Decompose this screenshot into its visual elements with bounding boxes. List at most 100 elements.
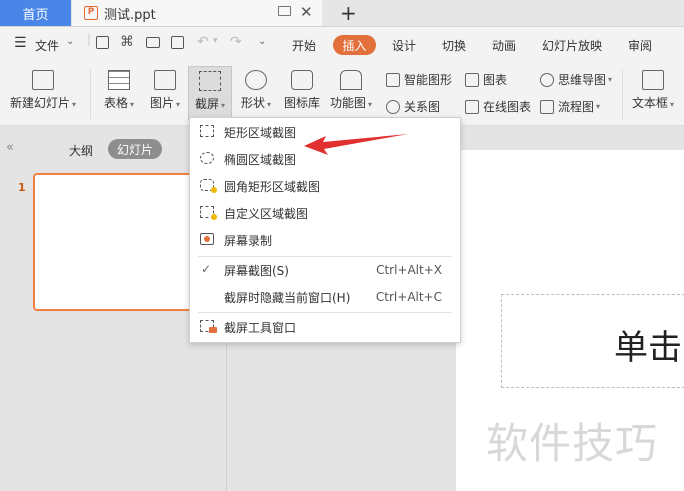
smart-art-button[interactable]: 智能图形 bbox=[386, 71, 452, 88]
undo-icon[interactable]: ↶ bbox=[197, 34, 209, 50]
icon-library-label: 图标库 bbox=[283, 96, 320, 110]
menu-design[interactable]: 设计 bbox=[392, 37, 416, 54]
online-chart-button[interactable]: 在线图表 bbox=[465, 98, 531, 115]
divider: | bbox=[87, 32, 92, 46]
document-title: 测试.ppt bbox=[104, 7, 156, 23]
menu-item-shortcut: Ctrl+Alt+X bbox=[376, 263, 442, 277]
document-tab[interactable]: P 测试.ppt ✕ bbox=[72, 0, 322, 26]
menu-item-screen-record[interactable]: 屏幕录制 bbox=[190, 227, 460, 253]
shape-button[interactable]: 形状 ▾ bbox=[236, 70, 276, 111]
menu-item-label: 矩形区域截图 bbox=[224, 125, 297, 140]
screenshot-label: 截屏 bbox=[194, 97, 219, 111]
record-dot-icon bbox=[204, 236, 210, 242]
undo-dropdown-icon[interactable]: ▾ bbox=[213, 36, 218, 46]
table-icon bbox=[108, 70, 130, 90]
slide-title-text: 单击 bbox=[614, 328, 682, 368]
menu-animation[interactable]: 动画 bbox=[492, 37, 516, 54]
menu-item-screenshot-tool[interactable]: 截屏工具窗口 bbox=[190, 314, 460, 340]
divider bbox=[622, 69, 623, 119]
chart-label: 图表 bbox=[483, 73, 508, 87]
menu-item-rounded-rect-screenshot[interactable]: 圆角矩形区域截图 bbox=[190, 173, 460, 199]
mind-map-label: 思维导图 bbox=[558, 73, 607, 87]
badge-icon bbox=[211, 214, 217, 220]
flowchart-button[interactable]: 流程图 ▾ bbox=[540, 98, 600, 115]
menu-review[interactable]: 审阅 bbox=[628, 37, 652, 54]
home-tab[interactable]: 首页 bbox=[0, 0, 71, 26]
new-slide-button[interactable]: 新建幻灯片 ▾ bbox=[8, 70, 78, 111]
relation-button[interactable]: 关系图 bbox=[386, 98, 440, 115]
screenshot-button[interactable]: 截屏 ▾ bbox=[188, 66, 232, 120]
collapse-icon[interactable]: « bbox=[6, 140, 14, 155]
icon-library-button[interactable]: 图标库 bbox=[281, 70, 323, 111]
shape-icon bbox=[245, 70, 267, 90]
mind-map-icon bbox=[540, 72, 554, 87]
textbox-button[interactable]: 文本框 ▾ bbox=[628, 70, 678, 111]
textbox-icon bbox=[642, 70, 664, 90]
tab-slides[interactable]: 幻灯片 bbox=[108, 139, 162, 159]
table-label: 表格 bbox=[103, 96, 128, 110]
table-button[interactable]: 表格 ▾ bbox=[99, 70, 139, 111]
icon-library-icon bbox=[291, 70, 313, 90]
menu-item-label: 截屏时隐藏当前窗口(H) bbox=[224, 290, 351, 305]
menu-insert[interactable]: 插入 bbox=[333, 35, 376, 55]
hamburger-icon[interactable]: ☰ bbox=[14, 35, 27, 51]
ellipse-select-icon bbox=[200, 152, 214, 164]
smart-art-label: 智能图形 bbox=[404, 73, 453, 87]
file-menu[interactable]: 文件 bbox=[35, 37, 59, 54]
relation-label: 关系图 bbox=[404, 100, 441, 114]
divider bbox=[198, 312, 452, 313]
slide-thumbnail[interactable] bbox=[33, 173, 193, 311]
flowchart-label: 流程图 bbox=[558, 100, 595, 114]
monitor-icon[interactable] bbox=[278, 6, 291, 16]
menu-item-hide-window[interactable]: 截屏时隐藏当前窗口(H) Ctrl+Alt+C bbox=[190, 284, 460, 310]
tab-outline[interactable]: 大纲 bbox=[69, 142, 93, 159]
menu-item-label: 自定义区域截图 bbox=[224, 206, 309, 221]
rect-select-icon bbox=[200, 125, 214, 137]
tool-badge-icon bbox=[209, 327, 217, 333]
menu-item-label: 截屏工具窗口 bbox=[224, 320, 297, 335]
menu-item-screen-capture[interactable]: ✓ 屏幕截图(S) Ctrl+Alt+X bbox=[190, 257, 460, 283]
menu-start[interactable]: 开始 bbox=[292, 37, 316, 54]
menu-item-label: 屏幕录制 bbox=[224, 233, 273, 248]
picture-label: 图片 bbox=[149, 96, 174, 110]
customize-icon[interactable]: ⌄ bbox=[258, 36, 266, 47]
annotation-arrow-icon bbox=[304, 134, 408, 155]
menu-item-label: 椭圆区域截图 bbox=[224, 152, 297, 167]
new-slide-icon bbox=[32, 70, 54, 90]
slide-number: 1 bbox=[18, 181, 26, 194]
menu-transition[interactable]: 切换 bbox=[442, 37, 466, 54]
format-painter-icon[interactable]: ⌘ bbox=[120, 34, 134, 50]
online-chart-icon bbox=[465, 99, 479, 114]
menu-item-label: 圆角矩形区域截图 bbox=[224, 179, 321, 194]
smart-art-icon bbox=[386, 72, 400, 87]
menu-slideshow[interactable]: 幻灯片放映 bbox=[542, 37, 602, 54]
new-slide-label: 新建幻灯片 bbox=[9, 96, 70, 110]
function-chart-label: 功能图 bbox=[329, 96, 366, 110]
shape-label: 形状 bbox=[240, 96, 265, 110]
function-chart-icon bbox=[340, 70, 362, 90]
relation-icon bbox=[386, 99, 400, 114]
menu-item-shortcut: Ctrl+Alt+C bbox=[375, 290, 442, 304]
print-preview-icon[interactable] bbox=[171, 36, 184, 49]
print-icon[interactable] bbox=[146, 37, 160, 48]
chart-button[interactable]: 图表 bbox=[465, 71, 507, 88]
chevron-down-icon[interactable]: ⌄ bbox=[66, 36, 74, 47]
close-icon[interactable]: ✕ bbox=[300, 3, 313, 21]
watermark: 软件技巧 bbox=[486, 419, 659, 468]
chart-icon bbox=[465, 72, 479, 87]
new-tab-button[interactable]: + bbox=[340, 1, 357, 25]
function-chart-button[interactable]: 功能图 ▾ bbox=[328, 70, 374, 111]
textbox-label: 文本框 bbox=[631, 96, 668, 110]
badge-icon bbox=[211, 187, 217, 193]
save-icon[interactable] bbox=[96, 36, 109, 49]
online-chart-label: 在线图表 bbox=[483, 100, 532, 114]
menu-bar: ☰ 文件 ⌄ | ⌘ ↶ ▾ ↷ ⌄ 开始 插入 设计 切换 动画 幻灯片放映 … bbox=[0, 27, 684, 63]
divider bbox=[90, 69, 91, 119]
screenshot-icon bbox=[199, 71, 221, 91]
flowchart-icon bbox=[540, 99, 554, 114]
redo-icon[interactable]: ↷ bbox=[230, 34, 242, 50]
menu-item-custom-screenshot[interactable]: 自定义区域截图 bbox=[190, 200, 460, 226]
picture-button[interactable]: 图片 ▾ bbox=[145, 70, 185, 111]
mind-map-button[interactable]: 思维导图 ▾ bbox=[540, 71, 612, 88]
ppt-file-icon: P bbox=[84, 6, 98, 20]
